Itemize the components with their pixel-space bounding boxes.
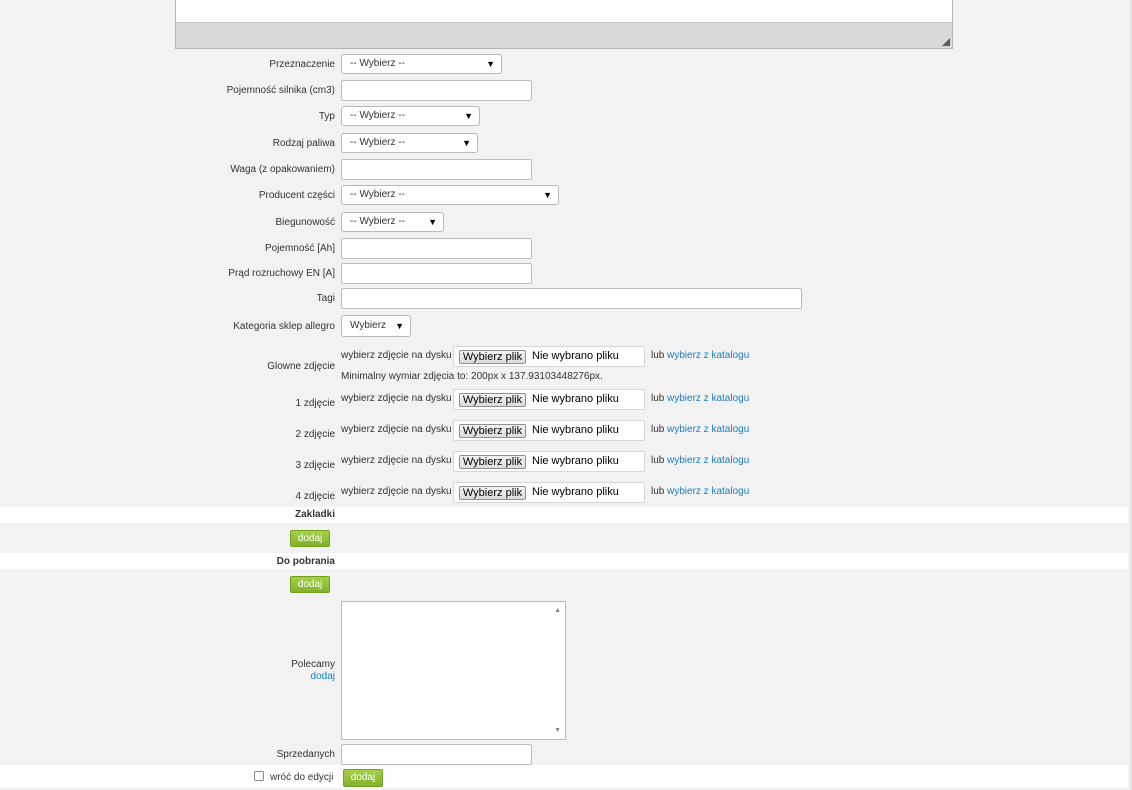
waga-input[interactable] [341,159,532,180]
scroll-down-arrow-icon[interactable]: ▼ [554,727,561,734]
back-to-edit-label: wróć do edycji [270,772,334,783]
label-waga: Waga (z opakowaniem) [230,164,335,175]
downloads-section-band [0,553,1128,569]
file-input-3[interactable]: Wybierz plik Nie wybrano pliku [453,451,645,472]
label-typ: Typ [318,111,335,122]
disk-text: wybierz zdjęcie na dysku [341,424,452,435]
add-tab-button[interactable]: dodaj [290,530,330,547]
disk-text: wybierz zdjęcie na dysku [341,350,452,361]
label-sprzedanych: Sprzedanych [276,749,335,760]
back-to-edit-checkbox[interactable] [254,771,264,781]
downloads-heading: Do pobrania [276,556,335,567]
triangle-down-icon: ▼ [428,217,437,227]
label-zdjecie-2: 2 zdjęcie [295,429,335,440]
or-text: lub [651,350,665,361]
editor-content-area[interactable] [175,0,953,22]
choose-file-button[interactable]: Wybierz plik [459,350,526,364]
label-kategoria: Kategoria sklep allegro [233,321,335,332]
label-pojemnosc-silnika: Pojemność silnika (cm3) [226,85,335,96]
prad-input[interactable] [341,263,532,284]
scroll-up-arrow-icon[interactable]: ▲ [554,607,561,614]
or-text: lub [651,486,665,497]
catalog-link[interactable]: wybierz z katalogu [667,350,749,361]
choose-file-button[interactable]: Wybierz plik [459,486,526,500]
triangle-down-icon: ▼ [462,138,471,148]
no-file-text: Nie wybrano pliku [532,424,619,436]
or-text: lub [651,424,665,435]
editor-status-bar [175,22,953,49]
biegunowosc-select-value: -- Wybierz -- [350,216,405,227]
przeznaczenie-select-value: -- Wybierz -- [350,58,405,69]
catalog-link[interactable]: wybierz z katalogu [667,424,749,435]
submit-button[interactable]: dodaj [343,769,383,787]
file-input-4[interactable]: Wybierz plik Nie wybrano pliku [453,482,645,503]
label-prad: Prąd rozruchowy EN [A] [228,268,335,279]
typ-select[interactable]: -- Wybierz -- ▼ [341,106,480,126]
label-glowne-zdjecie: Glowne zdjęcie [267,361,335,372]
add-download-button[interactable]: dodaj [290,576,330,593]
pojemnosc-ah-input[interactable] [341,238,532,259]
choose-file-button[interactable]: Wybierz plik [459,455,526,469]
polecamy-textarea[interactable]: ▲ ▼ [341,601,566,740]
label-biegunowosc: Biegunowość [275,217,335,228]
min-size-hint: Minimalny wymiar zdjęcia to: 200px x 137… [341,371,603,382]
kategoria-select[interactable]: Wybierz ▼ [341,315,411,337]
file-input-main[interactable]: Wybierz plik Nie wybrano pliku [453,346,645,367]
triangle-down-icon: ▼ [543,190,552,200]
resize-grip-icon[interactable] [942,38,950,46]
zakladki-heading: Zakladki [294,509,335,520]
producent-select-value: -- Wybierz -- [350,189,405,200]
przeznaczenie-select[interactable]: -- Wybierz -- ▼ [341,54,502,74]
or-text: lub [651,455,665,466]
biegunowosc-select[interactable]: -- Wybierz -- ▼ [341,212,444,232]
label-przeznaczenie: Przeznaczenie [269,59,335,70]
label-zdjecie-1: 1 zdjęcie [295,398,335,409]
kategoria-select-value: Wybierz [350,320,387,331]
triangle-down-icon: ▼ [486,59,495,69]
label-pojemnosc-ah: Pojemność [Ah] [264,243,335,254]
no-file-text: Nie wybrano pliku [532,393,619,405]
label-rodzaj-paliwa: Rodzaj paliwa [272,138,335,149]
file-input-1[interactable]: Wybierz plik Nie wybrano pliku [453,389,645,410]
no-file-text: Nie wybrano pliku [532,350,619,362]
label-zdjecie-3: 3 zdjęcie [295,460,335,471]
disk-text: wybierz zdjęcie na dysku [341,486,452,497]
polecamy-add-link[interactable]: dodaj [311,671,335,682]
triangle-down-icon: ▼ [464,111,473,121]
footer-band [0,765,1128,788]
sprzedanych-input[interactable] [341,744,532,765]
or-text: lub [651,393,665,404]
label-polecamy: Polecamy [291,659,335,670]
label-tagi: Tagi [316,293,335,304]
tagi-input[interactable] [341,288,802,309]
zakladki-section-band [0,507,1128,523]
disk-text: wybierz zdjęcie na dysku [341,393,452,404]
choose-file-button[interactable]: Wybierz plik [459,424,526,438]
catalog-link[interactable]: wybierz z katalogu [667,455,749,466]
producent-select[interactable]: -- Wybierz -- ▼ [341,185,559,205]
label-zdjecie-4: 4 zdjęcie [295,491,335,502]
catalog-link[interactable]: wybierz z katalogu [667,393,749,404]
disk-text: wybierz zdjęcie na dysku [341,455,452,466]
pojemnosc-silnika-input[interactable] [341,80,532,101]
file-input-2[interactable]: Wybierz plik Nie wybrano pliku [453,420,645,441]
catalog-link[interactable]: wybierz z katalogu [667,486,749,497]
rodzaj-paliwa-select[interactable]: -- Wybierz -- ▼ [341,133,478,153]
triangle-down-icon: ▼ [395,321,404,331]
label-producent: Producent części [258,190,335,201]
rodzaj-paliwa-select-value: -- Wybierz -- [350,137,405,148]
choose-file-button[interactable]: Wybierz plik [459,393,526,407]
no-file-text: Nie wybrano pliku [532,486,619,498]
typ-select-value: -- Wybierz -- [350,110,405,121]
no-file-text: Nie wybrano pliku [532,455,619,467]
